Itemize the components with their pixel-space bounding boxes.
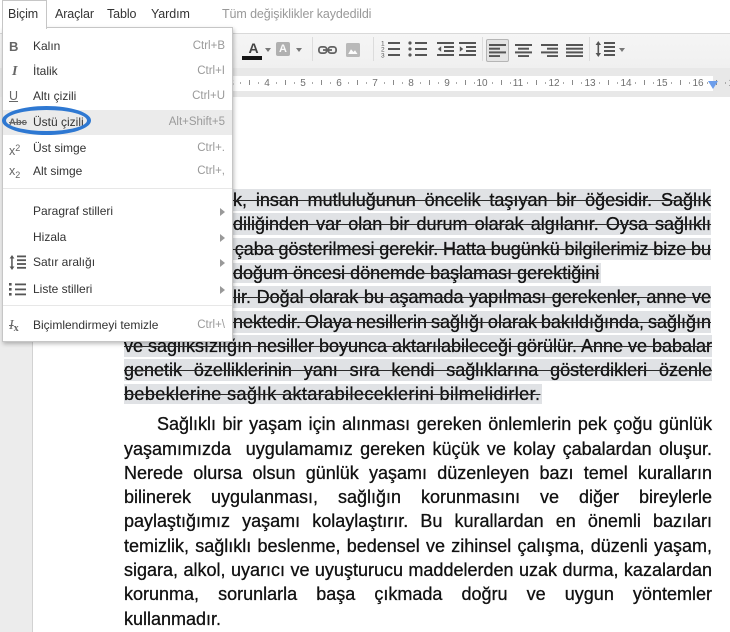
svg-text:3: 3 [381,53,385,59]
